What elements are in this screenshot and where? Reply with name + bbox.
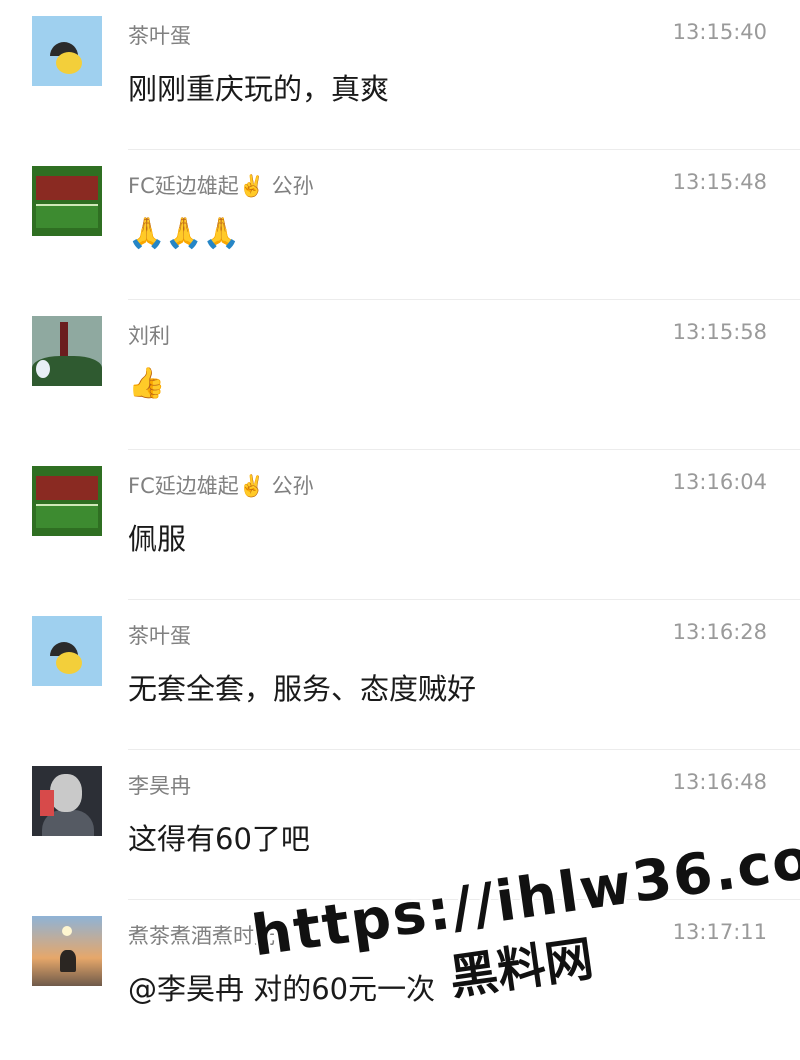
message-text: 刚刚重庆玩的，真爽 (128, 72, 390, 106)
phone-icon (40, 790, 54, 816)
chat-message[interactable]: 茶叶蛋 13:16:28 无套全套，服务、态度贼好 (32, 600, 800, 750)
avatar[interactable] (32, 916, 102, 986)
team-caption (36, 504, 98, 528)
sender-name: 茶叶蛋 (128, 24, 191, 48)
sender-name: 茶叶蛋 (128, 624, 191, 648)
message-time: 13:16:04 (672, 470, 767, 494)
figure-shape (36, 360, 50, 378)
chat-message[interactable]: FC延边雄起✌️ 公孙 13:16:04 佩服 (32, 450, 800, 600)
avatar[interactable] (32, 166, 102, 236)
egg-icon (56, 652, 82, 674)
message-time: 13:15:48 (672, 170, 767, 194)
message-time: 13:16:48 (672, 770, 767, 794)
face-shape (50, 774, 82, 812)
sender-name: 李昊冉 (128, 774, 191, 798)
message-time: 13:16:28 (672, 620, 767, 644)
avatar[interactable] (32, 466, 102, 536)
message-text: 👍 (128, 366, 166, 401)
avatar[interactable] (32, 316, 102, 386)
message-text: 🙏🙏🙏 (128, 216, 241, 251)
team-banner (36, 476, 98, 500)
avatar[interactable] (32, 16, 102, 86)
person-silhouette (60, 950, 76, 972)
chat-message[interactable]: 刘利 13:15:58 👍 (32, 300, 800, 450)
message-text: 这得有60了吧 (128, 822, 310, 856)
sender-name: 刘利 (128, 324, 170, 348)
sun-icon (62, 926, 72, 936)
message-time: 13:15:40 (672, 20, 767, 44)
chat-message[interactable]: 茶叶蛋 13:15:40 刚刚重庆玩的，真爽 (32, 0, 800, 150)
message-text: 佩服 (128, 522, 187, 556)
sender-name: FC延边雄起✌️ 公孙 (128, 174, 314, 198)
avatar[interactable] (32, 616, 102, 686)
message-text: 无套全套，服务、态度贼好 (128, 672, 477, 706)
team-caption (36, 204, 98, 228)
egg-icon (56, 52, 82, 74)
team-banner (36, 176, 98, 200)
message-time: 13:15:58 (672, 320, 767, 344)
chat-message[interactable]: FC延边雄起✌️ 公孙 13:15:48 🙏🙏🙏 (32, 150, 800, 300)
sender-name: FC延边雄起✌️ 公孙 (128, 474, 314, 498)
avatar[interactable] (32, 766, 102, 836)
